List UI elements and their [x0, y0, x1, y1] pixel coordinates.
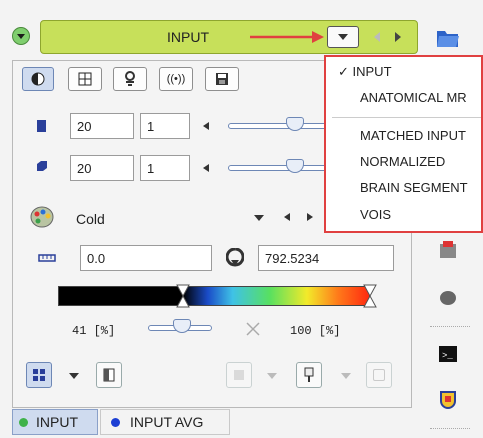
right-divider-2 — [430, 428, 470, 429]
prev-arrow-icon[interactable] — [372, 31, 382, 43]
svg-text:>_: >_ — [442, 351, 453, 361]
shield-icon — [440, 391, 456, 409]
row1-decrease-icon[interactable] — [202, 121, 210, 131]
colormap-dropdown-icon[interactable] — [253, 214, 265, 222]
row1-slider-track[interactable] — [228, 123, 328, 129]
grid-icon — [78, 72, 92, 86]
percent-low-label: 41 [%] — [72, 324, 116, 338]
colorbar-handle-high[interactable] — [363, 284, 377, 308]
input-selector-bar[interactable]: INPUT — [40, 20, 418, 54]
disabled-dropdown-icon-1[interactable] — [266, 372, 278, 380]
terminal-tool[interactable]: >_ — [436, 342, 460, 366]
blue-status-dot-icon — [111, 417, 120, 427]
range-max-field[interactable]: 792.5234 — [258, 245, 394, 271]
row2-value-a[interactable]: 20 — [70, 155, 134, 181]
brain-icon — [440, 291, 456, 305]
ruler-icon — [38, 254, 56, 262]
open-folder-icon[interactable] — [436, 28, 460, 48]
disabled-button-2[interactable] — [366, 362, 392, 388]
shield-tool[interactable] — [436, 388, 460, 412]
colorbar[interactable] — [58, 286, 370, 306]
input-dropdown-menu: ✓ INPUT ANATOMICAL MR MATCHED INPUT NORM… — [324, 55, 483, 233]
cube-icon — [37, 161, 47, 171]
grid-tab[interactable] — [68, 67, 102, 91]
close-x-icon[interactable] — [246, 322, 260, 336]
right-divider-1 — [430, 326, 470, 327]
slice-square-icon — [37, 120, 46, 132]
range-min-field[interactable]: 0.0 — [80, 245, 212, 271]
collapse-toggle-icon[interactable] — [12, 27, 30, 45]
gear-tab[interactable] — [113, 67, 147, 91]
bottom-tab-input-label: INPUT — [36, 414, 78, 430]
menu-item-normalized[interactable]: NORMALIZED — [360, 154, 481, 169]
contrast-icon — [31, 72, 45, 86]
pin-dropdown-icon[interactable] — [340, 372, 352, 380]
contrast-tab[interactable] — [22, 67, 54, 91]
brain-tool[interactable] — [436, 286, 460, 310]
caret-down-icon — [338, 34, 348, 40]
signal-tab[interactable]: ((•)) — [159, 67, 193, 91]
red-arrow-annotation — [250, 31, 324, 43]
save-icon — [216, 73, 228, 85]
colorbar-handle-low[interactable] — [176, 284, 190, 308]
row1-value-a[interactable]: 20 — [70, 113, 134, 139]
row2-slider-track[interactable] — [228, 165, 328, 171]
pin-button[interactable] — [296, 362, 322, 388]
colormap-next-icon[interactable] — [306, 212, 314, 222]
percent-high-label: 100 [%] — [290, 324, 341, 338]
pin-icon — [304, 367, 314, 382]
menu-item-matched-input[interactable]: MATCHED INPUT — [360, 128, 481, 143]
menu-item-vois[interactable]: VOIS — [360, 207, 481, 222]
auto-range-icon[interactable] — [226, 248, 244, 268]
save-tab[interactable] — [205, 67, 239, 91]
menu-separator — [332, 117, 481, 118]
menu-item-brain-segment[interactable]: BRAIN SEGMENT — [360, 180, 481, 195]
fusion-icon — [440, 241, 456, 258]
colormap-name: Cold — [76, 211, 105, 227]
bottom-tab-input[interactable]: INPUT — [12, 409, 98, 435]
clip-button[interactable] — [96, 362, 122, 388]
layout-button[interactable] — [26, 362, 52, 388]
fusion-tool[interactable] — [436, 238, 460, 262]
green-status-dot-icon — [19, 417, 28, 427]
menu-item-input[interactable]: ✓ INPUT — [338, 64, 481, 80]
layout-dropdown-icon[interactable] — [68, 372, 80, 380]
menu-item-anatomical-mr[interactable]: ANATOMICAL MR — [360, 90, 481, 105]
bottom-tab-input-avg[interactable]: INPUT AVG — [100, 409, 230, 435]
dropdown-button[interactable] — [327, 26, 359, 48]
colormap-prev-icon[interactable] — [283, 212, 291, 222]
input-label: INPUT — [167, 29, 209, 45]
signal-icon: ((•)) — [166, 73, 186, 85]
row1-value-b[interactable]: 1 — [140, 113, 190, 139]
next-arrow-icon[interactable] — [393, 31, 403, 43]
row2-decrease-icon[interactable] — [202, 163, 210, 173]
bottom-tab-input-avg-label: INPUT AVG — [130, 414, 204, 430]
gear-icon — [125, 71, 135, 86]
palette-icon[interactable] — [30, 206, 54, 228]
row2-value-b[interactable]: 1 — [140, 155, 190, 181]
disabled-button-1[interactable] — [226, 362, 252, 388]
terminal-icon: >_ — [439, 346, 457, 362]
clip-icon — [103, 368, 115, 382]
layout-icon — [33, 369, 45, 381]
